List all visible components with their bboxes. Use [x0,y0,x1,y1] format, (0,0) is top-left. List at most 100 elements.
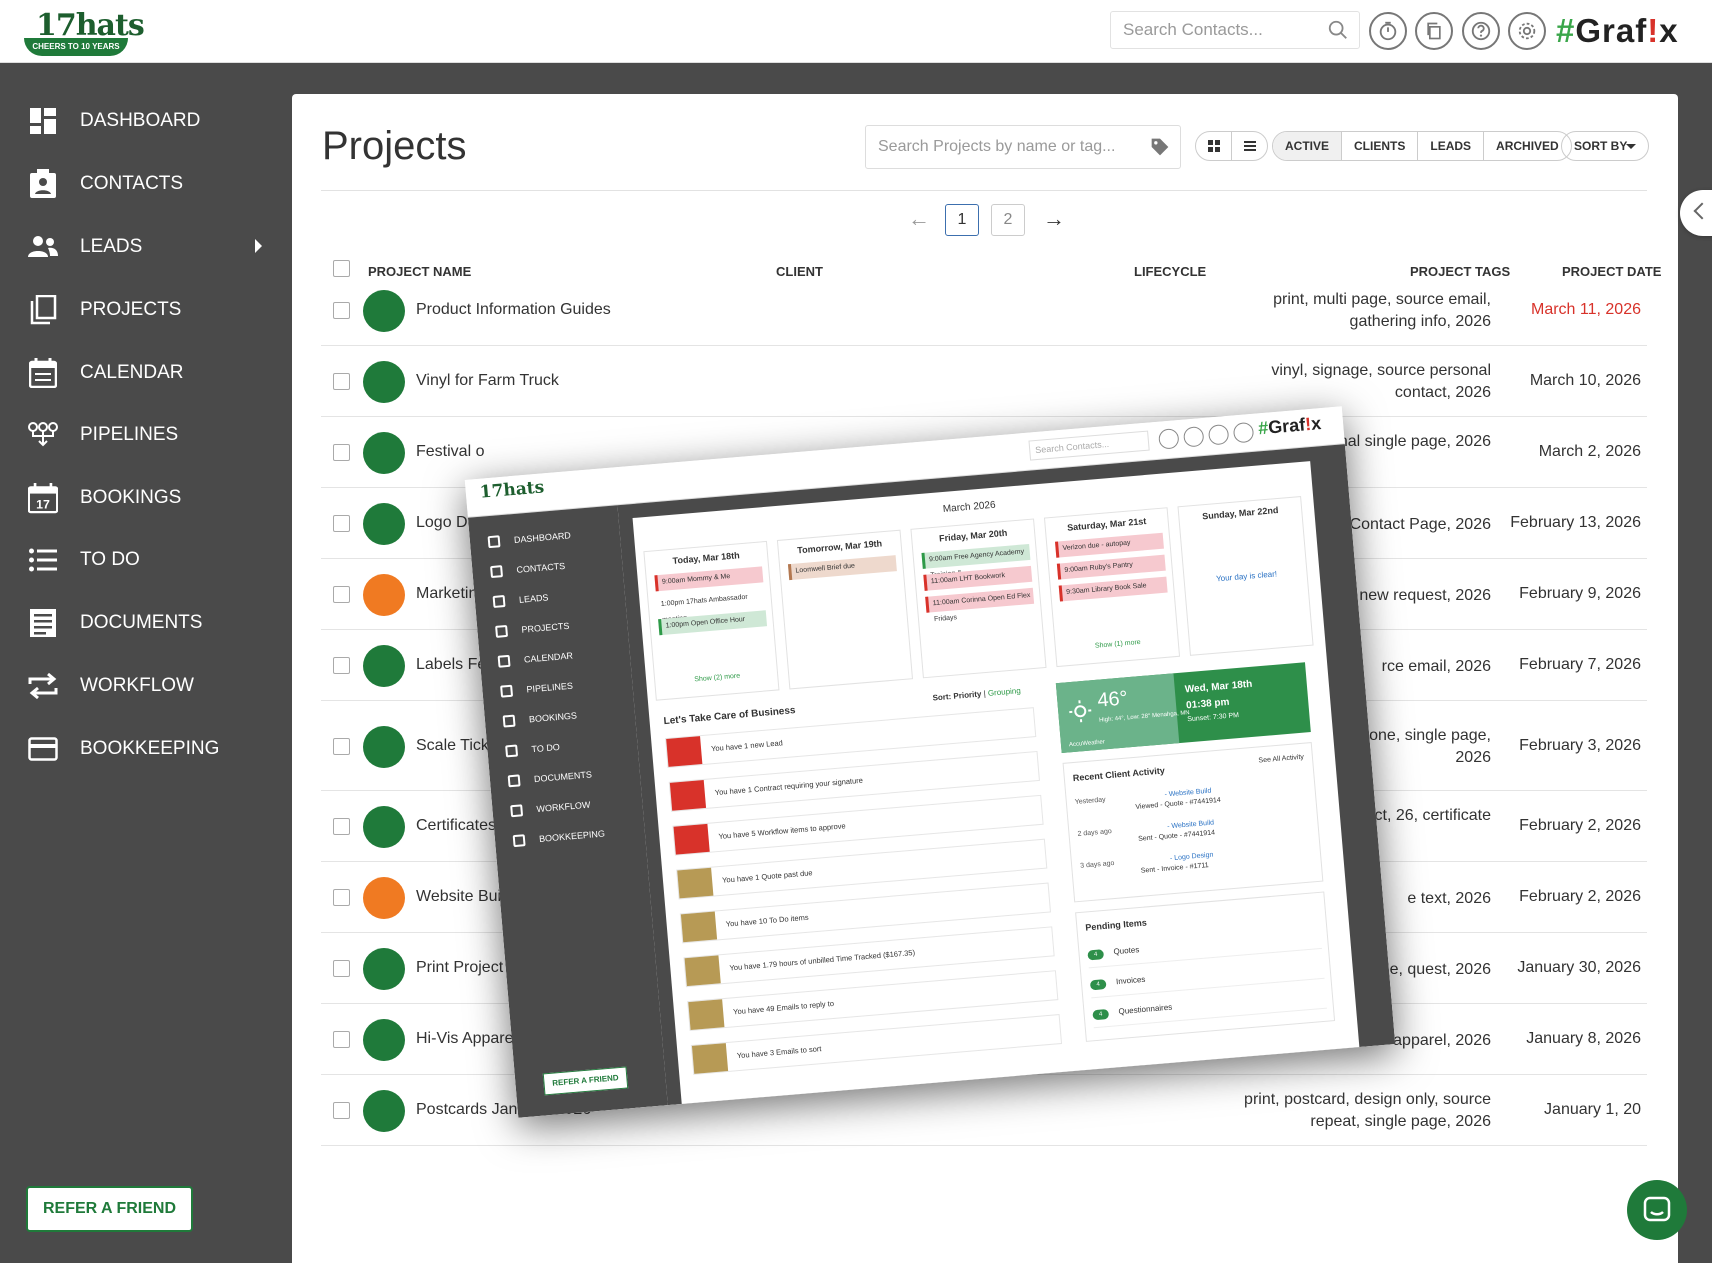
preview-task-icon [691,1043,729,1074]
chevron-right-icon[interactable] [255,239,262,253]
sidebar-item-bookings[interactable]: 17 BOOKINGS [0,472,292,524]
filter-active[interactable]: ACTIVE [1273,132,1342,160]
table-row[interactable]: Product Information Guides print, multi p… [321,275,1647,346]
sidebar-item-documents[interactable]: DOCUMENTS [0,597,292,649]
project-date: January 30, 2026 [1517,959,1641,976]
preview-nav-item: TO DO [505,737,561,761]
row-checkbox[interactable] [333,444,350,461]
prev-page-arrow-icon[interactable]: ← [908,206,930,232]
collapse-panel-tab[interactable] [1680,190,1712,236]
project-name-link[interactable]: Print Project [416,959,503,977]
timer-icon[interactable] [1369,12,1407,50]
preview-day-column: Sunday, Mar 22nd Your day is clear! [1177,496,1314,656]
sort-by-dropdown[interactable]: SORT BY [1561,131,1649,161]
row-checkbox[interactable] [333,960,350,977]
preview-nav-icon [492,595,506,608]
row-checkbox[interactable] [333,586,350,603]
sidebar-item-calendar[interactable]: CALENDAR [0,347,292,399]
preview-nav-item: LEADS [492,587,549,612]
row-checkbox[interactable] [333,818,350,835]
row-checkbox[interactable] [333,373,350,390]
sidebar-item-workflow[interactable]: WORKFLOW [0,660,292,712]
preview-month: March 2026 [942,499,997,516]
divider [321,190,1647,191]
preview-nav-icon [500,684,514,698]
preview-day-column: Saturday, Mar 21st Verizon due - autopay 9… [1043,507,1181,668]
preview-task-icon [677,867,714,899]
leads-icon [28,232,58,262]
preview-nav-item: DOCUMENTS [507,764,592,791]
sidebar: DASHBOARD CONTACTS LEADS PROJECTS CALEND… [0,63,292,1263]
tag-icon[interactable] [1150,137,1170,157]
row-checkbox[interactable] [333,515,350,532]
preview-activity-row: 3 days ago - Logo Design Sent - Invoice - … [1079,851,1214,875]
sidebar-item-leads[interactable]: LEADS [0,221,292,273]
preview-business-list: Let's Take Care of Business Sort: Priori… [663,684,1075,1114]
search-contacts-input[interactable]: Search Contacts... [1110,11,1360,49]
preview-nav-item: WORKFLOW [510,795,591,822]
project-name-link[interactable]: Certificates [416,817,496,835]
row-checkbox[interactable] [333,1102,350,1119]
next-page-arrow-icon[interactable]: → [1043,206,1065,232]
app-logo[interactable]: 17hats CHEERS TO 10 YEARS [24,8,145,56]
row-checkbox[interactable] [333,657,350,674]
preview-event: 11:00am Corinna Open Ed Flex Fridays [925,587,1035,623]
project-date: February 13, 2026 [1510,514,1641,531]
preview-refer-button: REFER A FRIEND [542,1066,629,1096]
project-date: February 7, 2026 [1519,656,1641,673]
preview-nav-item: BOOKINGS [502,705,577,731]
caret-down-icon [1626,144,1636,149]
gear-icon[interactable] [1508,12,1546,50]
sidebar-item-projects[interactable]: PROJECTS [0,284,292,336]
svg-text:17: 17 [36,498,50,512]
project-date: February 2, 2026 [1519,888,1641,905]
project-date: March 2, 2026 [1538,443,1641,460]
project-name-link[interactable]: Vinyl for Farm Truck [416,372,559,390]
page-1-button[interactable]: 1 [945,204,979,236]
dashboard-icon [28,106,58,136]
preview-task-icon [669,779,707,811]
dashboard-preview-image: 17hats Search Contacts... #Graf!x DASHBO… [464,406,1396,1118]
status-dot [363,726,405,768]
sidebar-item-dashboard[interactable]: DASHBOARD [0,95,292,147]
status-dot [363,432,405,474]
preview-task-icon [666,736,703,767]
filter-archived[interactable]: ARCHIVED [1483,132,1571,160]
copy-icon[interactable] [1415,12,1453,50]
project-name-link[interactable]: Product Information Guides [416,301,611,319]
list-view-button[interactable] [1231,132,1267,160]
project-name-link[interactable]: Hi-Vis Apparel [416,1030,517,1048]
row-checkbox[interactable] [333,738,350,755]
preview-nav-item: PIPELINES [500,676,574,702]
chat-button[interactable] [1627,1180,1687,1240]
preview-event: 9:00am Mommy & Me [654,566,764,592]
status-dot [363,877,405,919]
sidebar-item-todo[interactable]: TO DO [0,534,292,586]
project-date: February 9, 2026 [1519,585,1641,602]
row-checkbox[interactable] [333,1031,350,1048]
project-search-input[interactable]: Search Projects by name or tag... [865,125,1181,169]
status-dot [363,1090,405,1132]
preview-dashboard-card: March 2026 Today, Mar 18th 9:00am Mommy &… [632,461,1361,1116]
preview-nav-icon [495,624,509,638]
project-date: January 8, 2026 [1526,1030,1641,1047]
status-dot [363,503,405,545]
row-checkbox[interactable] [333,889,350,906]
sidebar-item-pipelines[interactable]: PIPELINES [0,409,292,461]
project-name-link[interactable]: Festival o [416,443,484,461]
preview-nav-icon [505,744,519,758]
table-row[interactable]: Vinyl for Farm Truck vinyl, signage, sour… [321,346,1647,417]
grid-view-button[interactable] [1196,132,1231,160]
row-checkbox[interactable] [333,302,350,319]
page-2-button[interactable]: 2 [991,204,1025,236]
refer-a-friend-button[interactable]: REFER A FRIEND [26,1186,193,1232]
sidebar-item-contacts[interactable]: CONTACTS [0,158,292,210]
filter-leads[interactable]: LEADS [1417,132,1483,160]
sidebar-item-bookkeeping[interactable]: BOOKKEEPING [0,723,292,775]
filter-clients[interactable]: CLIENTS [1341,132,1417,160]
project-date: January 1, 20 [1544,1101,1641,1118]
status-dot [363,574,405,616]
search-icon [1328,20,1347,39]
documents-icon [28,608,58,638]
help-icon[interactable] [1462,12,1500,50]
